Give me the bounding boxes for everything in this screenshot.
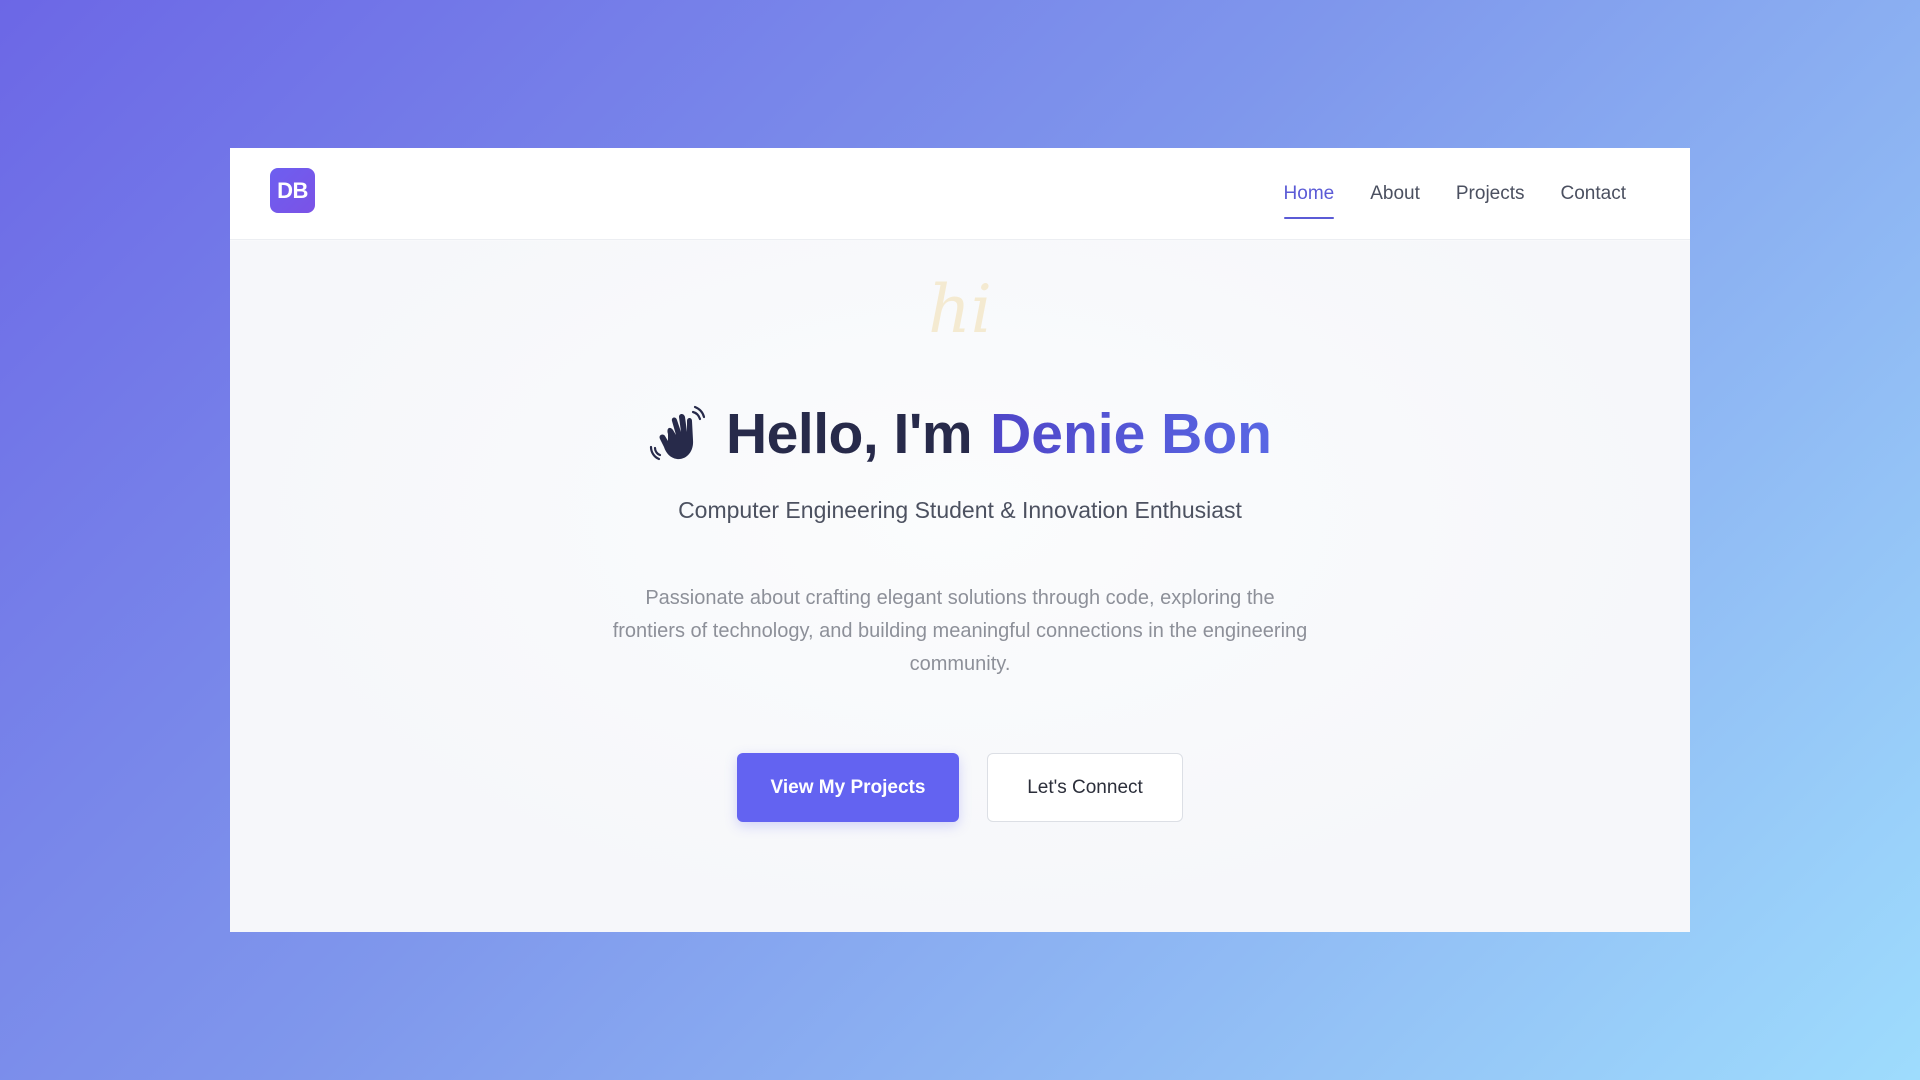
top-navigation-bar: DB Home About Projects Contact [230, 148, 1690, 240]
main-nav: Home About Projects Contact [1283, 148, 1626, 240]
hero-actions: View My Projects Let's Connect [230, 753, 1690, 822]
browser-viewport: DB Home About Projects Contact hi Hello,… [230, 148, 1690, 932]
nav-home[interactable]: Home [1283, 179, 1334, 219]
logo[interactable]: DB [270, 168, 315, 213]
decorative-hi-script: hi [928, 271, 992, 348]
hero-headline: Hello, I'm Denie Bon [230, 401, 1690, 467]
lets-connect-button[interactable]: Let's Connect [987, 753, 1183, 822]
hero-section: hi Hello, I'm Denie Bon Computer Enginee… [230, 241, 1690, 932]
nav-contact[interactable]: Contact [1561, 179, 1626, 209]
hero-intro: Passionate about crafting elegant soluti… [612, 587, 1308, 675]
nav-projects[interactable]: Projects [1456, 179, 1525, 209]
name-text: Denie Bon [990, 402, 1272, 466]
nav-about[interactable]: About [1370, 179, 1420, 209]
view-projects-button[interactable]: View My Projects [737, 753, 959, 822]
greeting-text: Hello, I'm [726, 402, 973, 466]
waving-hand-icon [648, 404, 708, 464]
hero-subtitle: Computer Engineering Student & Innovatio… [678, 497, 1242, 523]
